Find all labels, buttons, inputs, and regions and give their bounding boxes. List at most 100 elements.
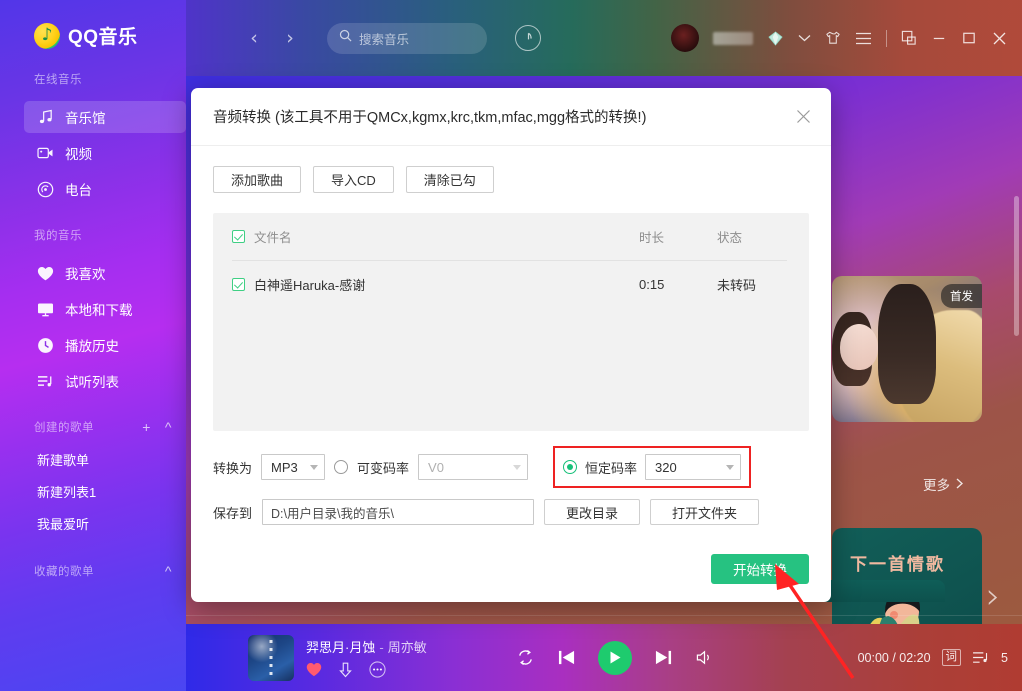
first-release-badge: 首发 bbox=[941, 284, 982, 308]
back-button[interactable]: ‹ bbox=[243, 27, 265, 49]
clock-icon bbox=[37, 337, 54, 354]
track-artist[interactable]: 周亦敏 bbox=[388, 640, 427, 655]
dialog-footer: 开始转换 bbox=[191, 554, 831, 602]
repeat-icon[interactable] bbox=[516, 648, 535, 667]
add-song-button[interactable]: 添加歌曲 bbox=[213, 166, 301, 193]
convert-to-label: 转换为 bbox=[213, 458, 252, 477]
sidebar-item-favorites[interactable]: 我喜欢 bbox=[24, 257, 186, 289]
heart-filled-icon[interactable] bbox=[306, 662, 322, 677]
search-placeholder: 搜索音乐 bbox=[359, 29, 409, 48]
save-to-label: 保存到 bbox=[213, 503, 252, 522]
next-icon[interactable] bbox=[654, 649, 673, 666]
chevron-up-icon[interactable]: ^ bbox=[165, 419, 172, 435]
row-checkbox[interactable] bbox=[232, 278, 245, 291]
dialog-toolbar: 添加歌曲 导入CD 清除已勾 bbox=[213, 166, 809, 193]
now-playing-info: 羿思月·月蚀-周亦敏 bbox=[306, 637, 427, 678]
card-green-title: 下一首情歌 bbox=[850, 550, 945, 575]
queue-icon[interactable] bbox=[972, 651, 990, 665]
sidebar-item-music-hall[interactable]: 音乐馆 bbox=[24, 101, 186, 133]
sidebar-section-online: 在线音乐 音乐馆 视频 电台 bbox=[0, 71, 186, 205]
created-playlists-title: 创建的歌单 bbox=[34, 419, 94, 435]
sidebar-item-video[interactable]: 视频 bbox=[24, 137, 186, 169]
more-link[interactable]: 更多 bbox=[923, 474, 963, 494]
volume-icon[interactable] bbox=[695, 649, 714, 666]
row-status: 未转码 bbox=[717, 275, 787, 294]
download-icon[interactable] bbox=[338, 662, 353, 678]
header-name-label: 文件名 bbox=[254, 227, 292, 246]
sidebar-item-local-downloads[interactable]: 本地和下载 bbox=[24, 293, 186, 325]
cbr-radio[interactable] bbox=[563, 460, 577, 474]
clear-checked-button[interactable]: 清除已勾 bbox=[406, 166, 494, 193]
play-button[interactable] bbox=[598, 641, 632, 675]
player-right-controls: 00:00 / 02:20 词 5 bbox=[858, 649, 1008, 666]
header-col-status: 状态 bbox=[717, 227, 787, 246]
sidebar-item-label: 我喜欢 bbox=[65, 263, 106, 283]
close-icon[interactable] bbox=[991, 30, 1008, 47]
dialog-header: 音频转换 (该工具不用于QMCx,kgmx,krc,tkm,mfac,mgg格式… bbox=[191, 88, 831, 146]
playback-controls bbox=[516, 641, 714, 675]
sidebar-item-label: 播放历史 bbox=[65, 335, 119, 355]
sidebar-section-my-music: 我的音乐 我喜欢 本地和下载 播放历史 bbox=[0, 227, 186, 397]
file-list-divider bbox=[232, 260, 787, 261]
next-page-icon[interactable]: › bbox=[986, 576, 1000, 617]
sidebar-section-collected-playlists: 收藏的歌单 ^ bbox=[0, 563, 186, 589]
maximize-icon[interactable] bbox=[961, 30, 977, 46]
conversion-options-row: 转换为 MP3 可变码率 V0 恒定码率 320 bbox=[213, 446, 809, 488]
nav-arrows: ‹ › bbox=[243, 27, 301, 49]
open-folder-button[interactable]: 打开文件夹 bbox=[650, 499, 759, 525]
shirt-icon[interactable] bbox=[825, 30, 841, 46]
playlist-item-list1[interactable]: 新建列表1 bbox=[0, 477, 186, 509]
app-logo[interactable]: QQ音乐 bbox=[0, 0, 186, 49]
card-art-hair-right bbox=[878, 284, 936, 404]
previous-icon[interactable] bbox=[557, 649, 576, 666]
featured-card-love-song[interactable]: 下一首情歌 15156.0万 bbox=[832, 528, 982, 624]
ellipsis-icon[interactable] bbox=[369, 661, 386, 678]
plus-icon[interactable]: + bbox=[142, 419, 151, 435]
app-brand-label: QQ音乐 bbox=[68, 22, 138, 49]
sidebar-item-history[interactable]: 播放历史 bbox=[24, 329, 186, 361]
track-title[interactable]: 羿思月·月蚀 bbox=[306, 640, 375, 655]
import-cd-button[interactable]: 导入CD bbox=[313, 166, 394, 193]
close-icon[interactable] bbox=[789, 103, 817, 131]
mini-player-icon[interactable] bbox=[901, 30, 917, 46]
playlist-item-favorite[interactable]: 我最爱听 bbox=[0, 509, 186, 541]
lyrics-button[interactable]: 词 bbox=[942, 649, 962, 666]
sidebar: QQ音乐 在线音乐 音乐馆 视频 电台 bbox=[0, 0, 186, 691]
search-input[interactable]: 搜索音乐 bbox=[327, 23, 487, 54]
vbr-quality-select[interactable]: V0 bbox=[418, 454, 528, 480]
sidebar-section-created-playlists: 创建的歌单 + ^ 新建歌单 新建列表1 我最爱听 bbox=[0, 419, 186, 541]
heart-icon bbox=[37, 265, 54, 282]
now-playing-cover[interactable] bbox=[248, 635, 294, 681]
vbr-radio[interactable] bbox=[334, 460, 348, 474]
table-row[interactable]: 白神遥Haruka-感谢 0:15 未转码 bbox=[213, 260, 809, 308]
sidebar-item-label: 视频 bbox=[65, 143, 92, 163]
start-conversion-button[interactable]: 开始转换 bbox=[711, 554, 809, 584]
hamburger-menu-icon[interactable] bbox=[855, 32, 872, 45]
forward-button[interactable]: › bbox=[279, 27, 301, 49]
diamond-icon[interactable] bbox=[767, 31, 784, 46]
voice-search-icon[interactable] bbox=[515, 25, 541, 51]
chevron-up-icon[interactable]: ^ bbox=[165, 563, 172, 579]
chevron-down-icon[interactable] bbox=[798, 34, 811, 43]
select-all-checkbox[interactable] bbox=[232, 230, 245, 243]
sidebar-item-label: 本地和下载 bbox=[65, 299, 133, 319]
featured-card-couple[interactable]: 首发 bbox=[832, 276, 982, 422]
minimize-icon[interactable] bbox=[931, 30, 947, 46]
sidebar-item-radio[interactable]: 电台 bbox=[24, 173, 186, 205]
save-path-input[interactable]: D:\用户目录\我的音乐\ bbox=[262, 499, 534, 525]
format-select[interactable]: MP3 bbox=[261, 454, 325, 480]
change-directory-button[interactable]: 更改目录 bbox=[544, 499, 640, 525]
content-scrollbar[interactable] bbox=[1014, 196, 1019, 336]
cbr-bitrate-select[interactable]: 320 bbox=[645, 454, 741, 480]
sidebar-item-preview-list[interactable]: 试听列表 bbox=[24, 365, 186, 397]
track-title-row: 羿思月·月蚀-周亦敏 bbox=[306, 637, 427, 656]
avatar[interactable] bbox=[671, 24, 699, 52]
track-actions bbox=[306, 661, 427, 678]
created-playlists-header: 创建的歌单 + ^ bbox=[0, 419, 186, 445]
playlist-item-new[interactable]: 新建歌单 bbox=[0, 445, 186, 477]
chevron-down-icon bbox=[726, 465, 734, 470]
track-dash: - bbox=[379, 640, 383, 655]
collected-playlists-title: 收藏的歌单 bbox=[34, 563, 94, 579]
vbr-value: V0 bbox=[428, 460, 505, 475]
file-list-panel: 文件名 时长 状态 白神遥Haruka-感谢 0:15 未转码 bbox=[213, 213, 809, 431]
